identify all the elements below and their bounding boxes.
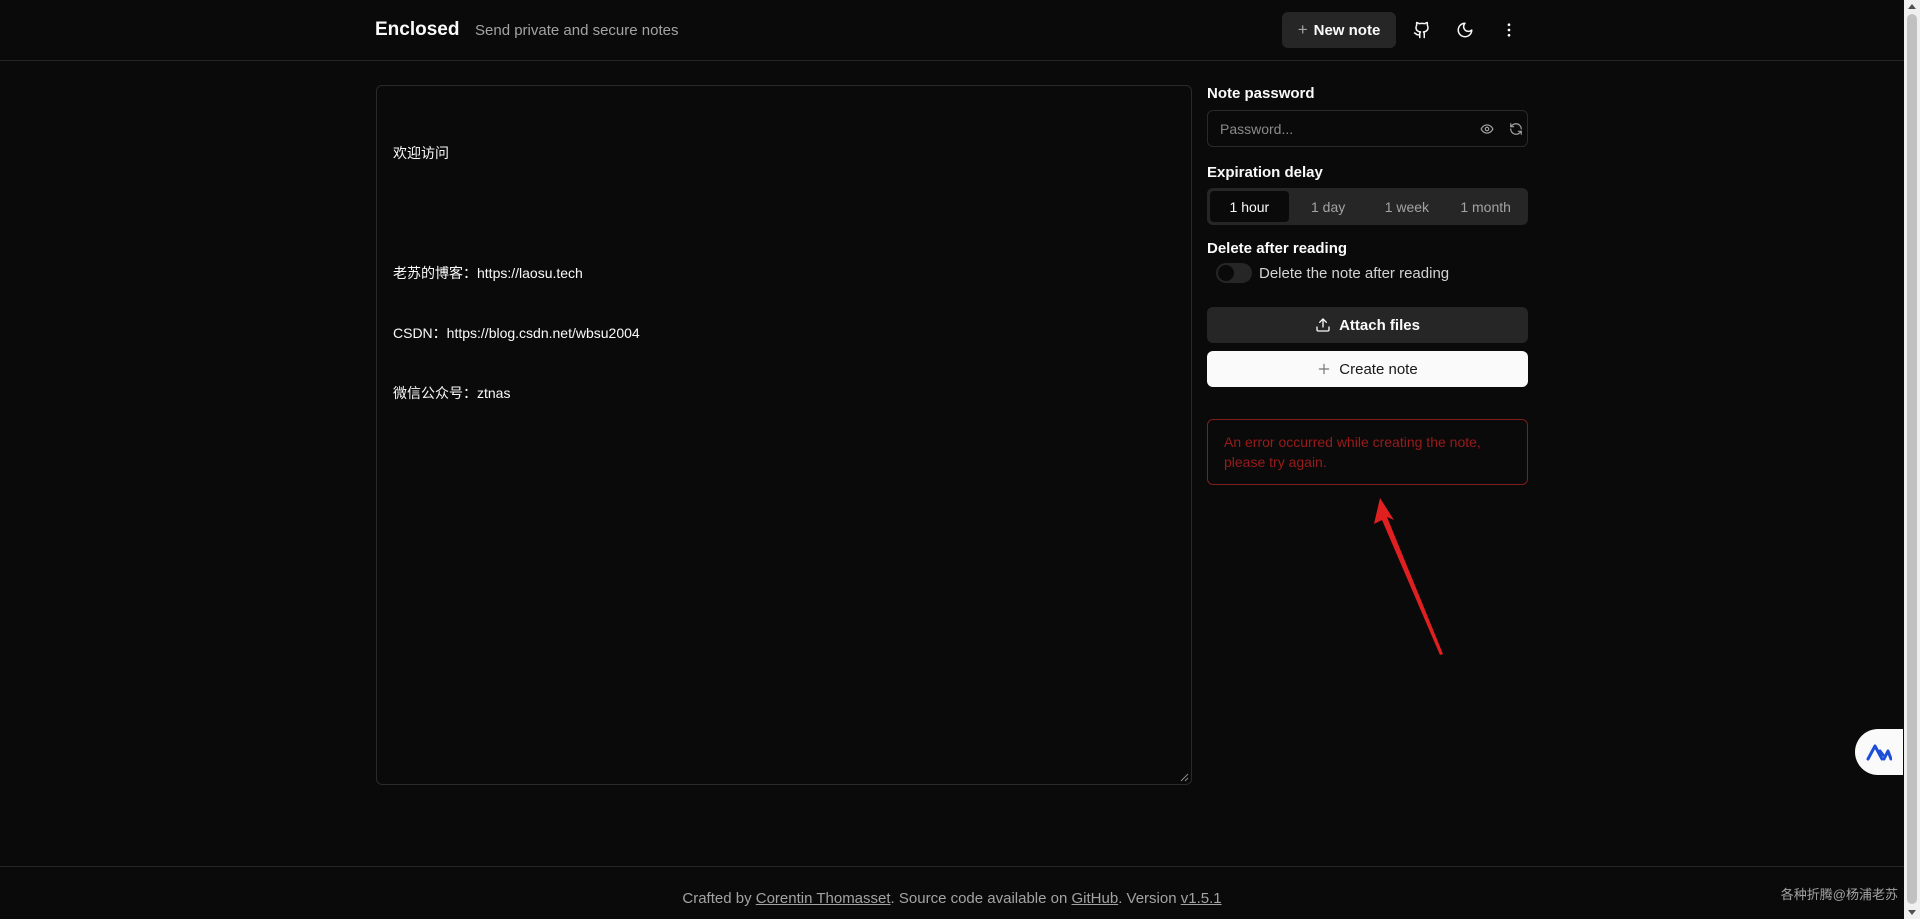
delete-after-reading-label: Delete after reading [1207, 240, 1348, 257]
page: Enclosed Send private and secure notes +… [0, 0, 1920, 919]
moon-icon[interactable] [1447, 12, 1483, 48]
upload-icon [1316, 318, 1330, 332]
new-note-button[interactable]: + New note [1282, 12, 1396, 48]
expiration-option-1-month[interactable]: 1 month [1446, 191, 1525, 222]
github-icon[interactable] [1404, 12, 1440, 48]
github-link[interactable]: GitHub [1072, 890, 1119, 907]
brand-logo[interactable]: Enclosed [375, 19, 459, 41]
footer-version-prefix: . Version [1118, 890, 1181, 907]
tagline: Send private and secure notes [475, 22, 679, 39]
eye-icon[interactable] [1478, 120, 1496, 138]
toggle-knob [1218, 265, 1234, 281]
resize-handle-icon[interactable] [1179, 772, 1189, 782]
delete-after-reading-toggle[interactable] [1216, 263, 1252, 283]
note-line: 欢迎访问 [393, 145, 449, 161]
version-link[interactable]: v1.5.1 [1181, 890, 1222, 907]
new-note-label: New note [1313, 21, 1381, 39]
scroll-down-arrow-icon[interactable] [1908, 910, 1916, 915]
page-scrollbar[interactable] [1904, 0, 1920, 919]
error-alert: An error occurred while creating the not… [1207, 419, 1528, 485]
assistant-logo-icon [1866, 744, 1892, 761]
scroll-thumb[interactable] [1907, 14, 1917, 904]
more-vertical-icon[interactable] [1491, 12, 1527, 48]
note-line: 老苏的博客：https://laosu.tech [393, 265, 583, 281]
expiration-option-1-day[interactable]: 1 day [1289, 191, 1368, 222]
expiration-option-1-hour[interactable]: 1 hour [1210, 191, 1289, 222]
scroll-up-arrow-icon[interactable] [1908, 4, 1916, 9]
attach-files-label: Attach files [1339, 316, 1420, 334]
expiration-segmented-control: 1 hour 1 day 1 week 1 month [1207, 188, 1528, 225]
floating-assistant-button[interactable] [1855, 729, 1903, 775]
app-header: Enclosed Send private and secure notes +… [0, 0, 1904, 61]
watermark: 各种折腾@杨浦老苏 [1780, 887, 1898, 902]
footer-divider [0, 866, 1904, 867]
attach-files-button[interactable]: Attach files [1207, 307, 1528, 343]
footer-prefix: Crafted by [682, 890, 756, 907]
note-line [393, 203, 1175, 223]
expiration-label: Expiration delay [1207, 164, 1323, 181]
password-input[interactable] [1220, 111, 1460, 146]
author-link[interactable]: Corentin Thomasset [756, 890, 891, 907]
password-field[interactable] [1207, 110, 1528, 147]
expiration-option-1-week[interactable]: 1 week [1368, 191, 1447, 222]
note-line: CSDN：https://blog.csdn.net/wbsu2004 [393, 325, 640, 341]
delete-after-reading-text[interactable]: Delete the note after reading [1259, 265, 1449, 282]
footer-middle: . Source code available on [890, 890, 1072, 907]
note-content-textarea[interactable]: 欢迎访问 老苏的博客：https://laosu.tech CSDN：https… [376, 85, 1192, 785]
refresh-icon[interactable] [1507, 120, 1525, 138]
footer: Crafted by Corentin Thomasset. Source co… [0, 890, 1904, 907]
create-note-button[interactable]: Create note [1207, 351, 1528, 387]
note-line: 微信公众号：ztnas [393, 385, 511, 401]
create-note-label: Create note [1339, 360, 1418, 378]
plus-icon [1319, 363, 1330, 375]
plus-icon: + [1297, 20, 1308, 39]
password-label: Note password [1207, 85, 1315, 102]
annotation-arrow-icon [1374, 498, 1443, 655]
